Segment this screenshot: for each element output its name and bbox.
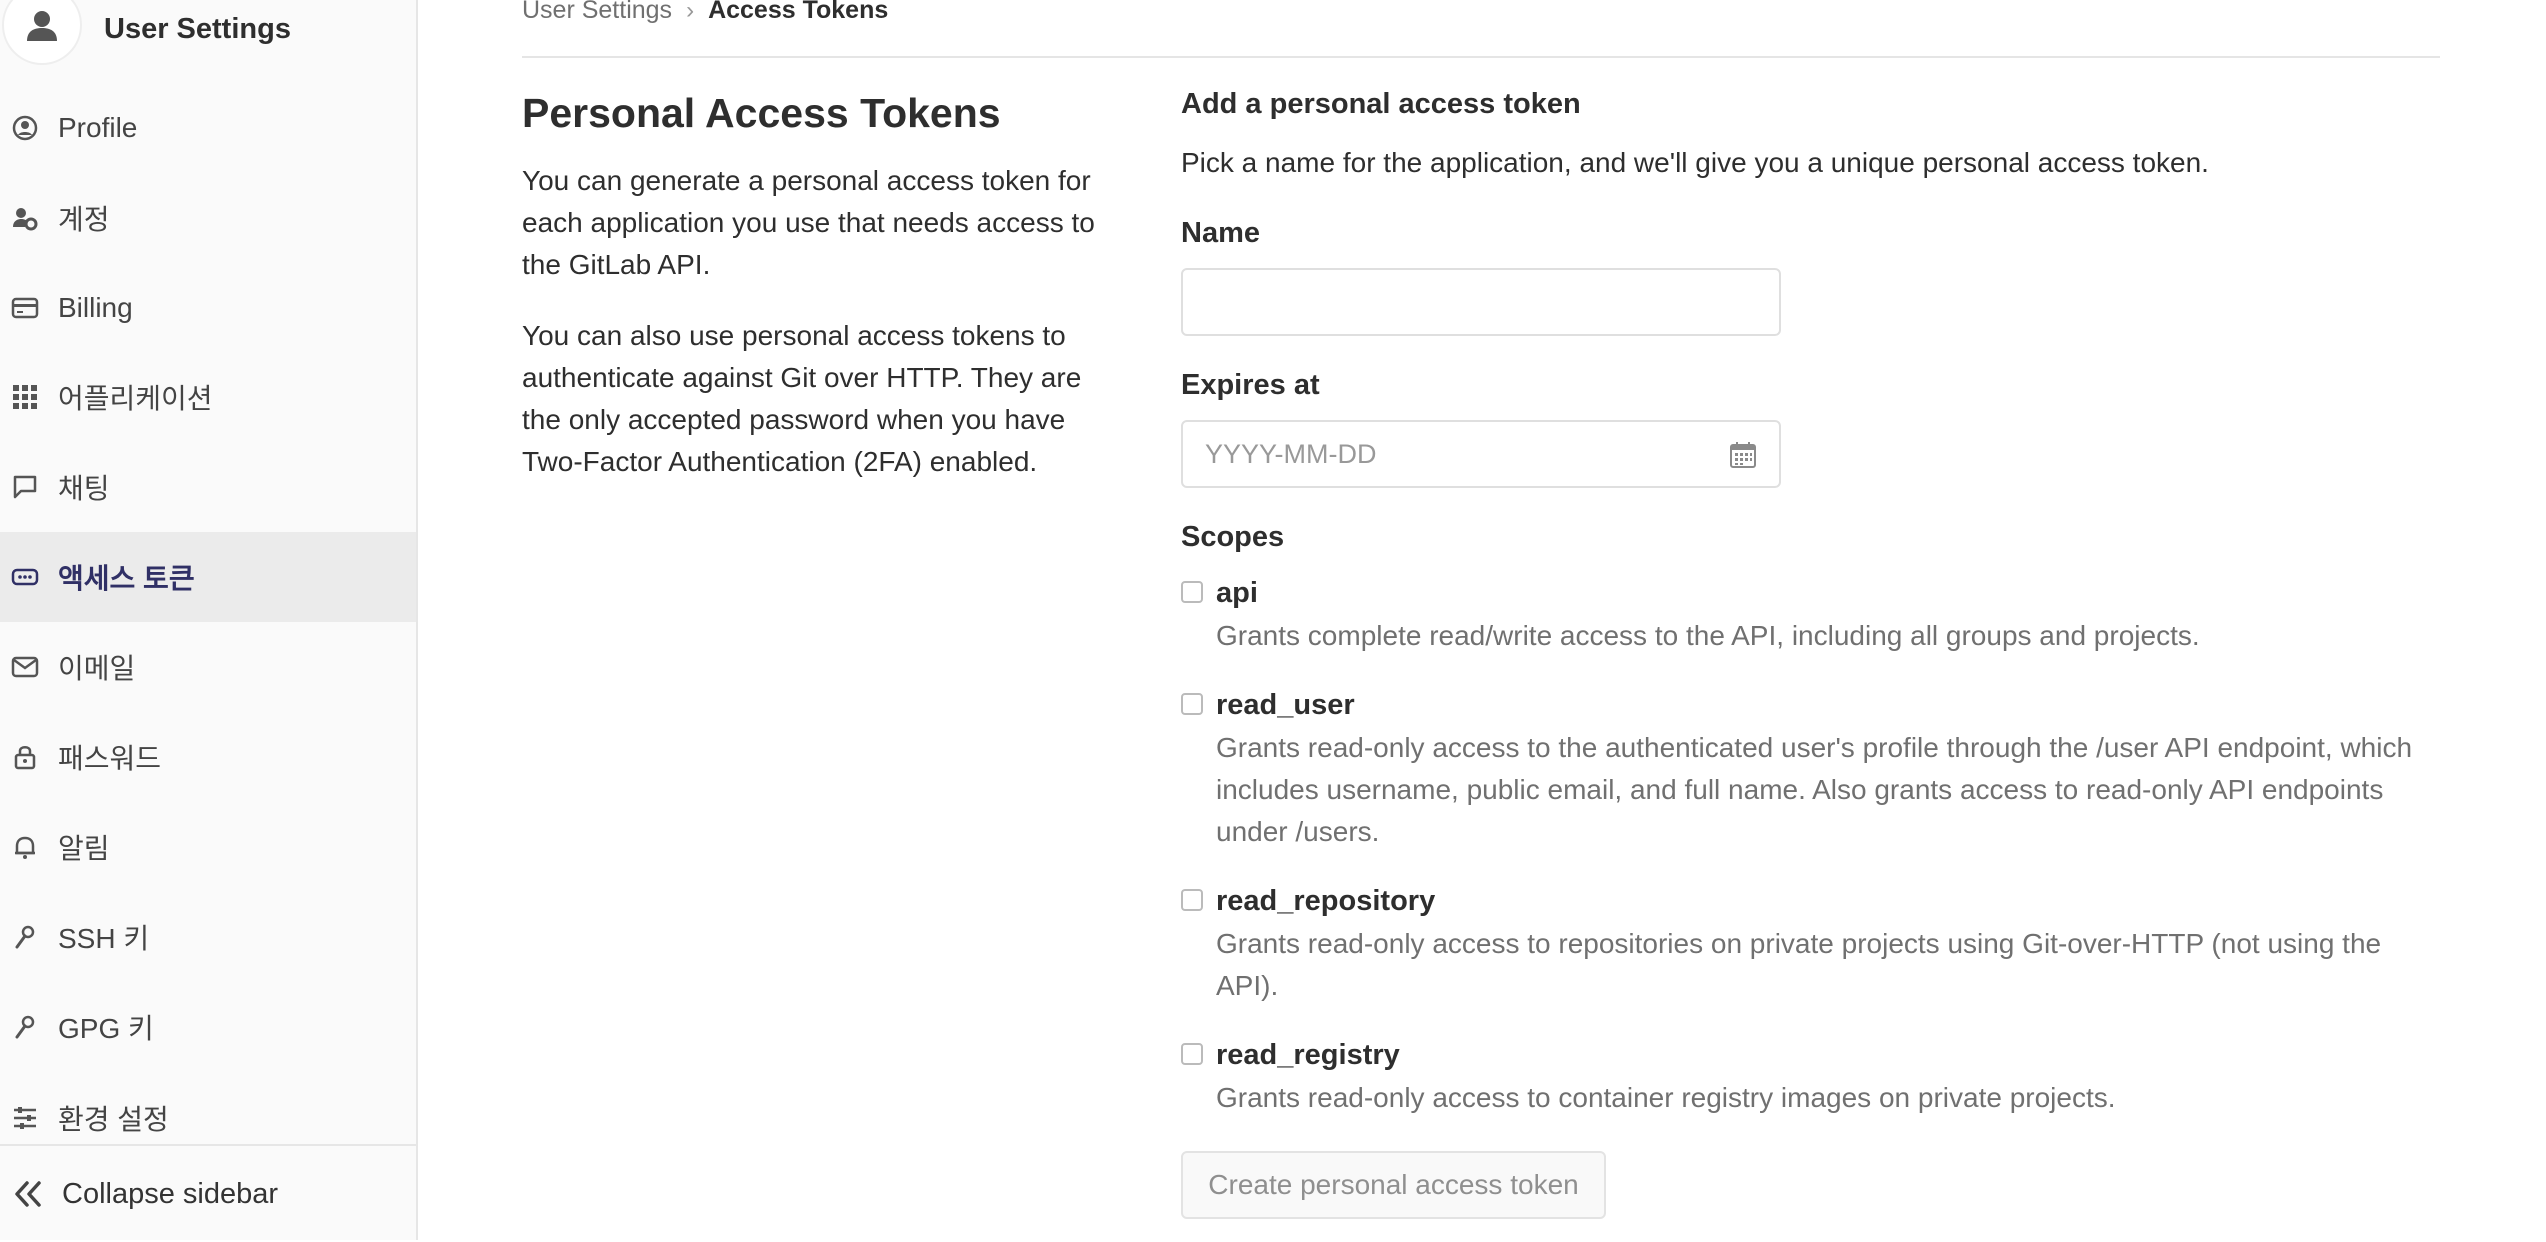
- sidebar-item-label: 알림: [58, 833, 110, 864]
- scope-read-registry-checkbox[interactable]: [1181, 1043, 1203, 1065]
- bell-icon: [10, 832, 40, 862]
- sidebar-item-email[interactable]: 이메일: [0, 622, 416, 712]
- sidebar-title[interactable]: User Settings: [104, 13, 291, 46]
- avatar[interactable]: [2, 0, 82, 65]
- sidebar-item-password[interactable]: 패스워드: [0, 712, 416, 802]
- sidebar-item-billing[interactable]: Billing: [0, 263, 416, 353]
- create-token-button[interactable]: Create personal access token: [1181, 1151, 1606, 1219]
- scope-description: Grants complete read/write access to the…: [1216, 620, 2200, 651]
- expires-label: Expires at: [1181, 369, 1320, 401]
- intro-paragraph: You can generate a personal access token…: [522, 165, 1095, 280]
- sidebar-item-ssh-keys[interactable]: SSH 키: [0, 892, 416, 982]
- key-icon: [10, 1012, 40, 1042]
- form-subtitle: Pick a name for the application, and we'…: [1181, 147, 2209, 178]
- double-chevron-left-icon: [12, 1179, 46, 1209]
- sidebar-item-label: 채팅: [58, 473, 110, 504]
- scopes-label: Scopes: [1181, 521, 1285, 553]
- collapse-sidebar-label: Collapse sidebar: [62, 1177, 279, 1210]
- scope-name[interactable]: read_registry: [1216, 1039, 1400, 1072]
- page-title: Personal Access Tokens: [522, 90, 1001, 136]
- collapse-sidebar-button[interactable]: Collapse sidebar: [0, 1144, 416, 1242]
- sidebar-item-label: GPG 키: [58, 1013, 154, 1044]
- applications-icon: [10, 382, 40, 412]
- sidebar-item-label: 계정: [58, 204, 110, 235]
- name-input[interactable]: [1181, 268, 1781, 336]
- sidebar-item-account[interactable]: 계정: [0, 173, 416, 263]
- sidebar-item-chat[interactable]: 채팅: [0, 442, 416, 532]
- sidebar-header: User Settings: [0, 0, 291, 65]
- lock-icon: [10, 742, 40, 772]
- calendar-icon[interactable]: [1728, 440, 1758, 470]
- name-label: Name: [1181, 217, 1260, 249]
- breadcrumb-parent[interactable]: User Settings: [522, 0, 672, 25]
- expires-date-input[interactable]: [1181, 420, 1781, 488]
- scope-name[interactable]: read_user: [1216, 689, 1355, 722]
- scope-name[interactable]: read_repository: [1216, 885, 1435, 918]
- chat-icon: [10, 472, 40, 502]
- scope-read-repository-checkbox[interactable]: [1181, 889, 1203, 911]
- token-icon: [10, 562, 40, 592]
- sidebar-item-profile[interactable]: Profile: [0, 83, 416, 173]
- sidebar-item-label: SSH 키: [58, 923, 150, 954]
- sidebar-item-label: 패스워드: [58, 743, 162, 774]
- breadcrumb-separator: ›: [686, 0, 695, 24]
- intro-paragraph: You can also use personal access tokens …: [522, 320, 1082, 477]
- scope-api-checkbox[interactable]: [1181, 581, 1203, 603]
- sidebar-item-label: 이메일: [58, 653, 136, 684]
- sidebar-item-label: Billing: [58, 292, 133, 323]
- breadcrumb: User Settings › Access Tokens: [522, 0, 888, 25]
- billing-icon: [10, 293, 40, 323]
- account-icon: [10, 203, 40, 233]
- scope-name[interactable]: api: [1216, 577, 1258, 610]
- profile-icon: [10, 113, 40, 143]
- sidebar-item-applications[interactable]: 어플리케이션: [0, 352, 416, 442]
- scope-read-user-checkbox[interactable]: [1181, 693, 1203, 715]
- breadcrumb-current[interactable]: Access Tokens: [708, 0, 888, 25]
- sidebar-item-notifications[interactable]: 알림: [0, 802, 416, 892]
- email-icon: [10, 652, 40, 682]
- sidebar-item-label: 어플리케이션: [58, 383, 213, 414]
- user-icon: [27, 11, 57, 41]
- form-title: Add a personal access token: [1181, 88, 1581, 120]
- sidebar: User Settings Profile 계정 Billing 어플리케이션 …: [0, 0, 418, 1240]
- sidebar-item-label: 환경 설정: [58, 1104, 169, 1135]
- scope-description: Grants read-only access to repositories …: [1216, 928, 2382, 1001]
- key-icon: [10, 922, 40, 952]
- scope-description: Grants read-only access to the authentic…: [1216, 732, 2413, 847]
- preferences-icon: [10, 1103, 40, 1133]
- scope-description: Grants read-only access to container reg…: [1216, 1082, 2116, 1113]
- sidebar-item-label: Profile: [58, 112, 138, 143]
- sidebar-item-label: 액세스 토큰: [58, 563, 195, 594]
- sidebar-item-access-tokens[interactable]: 액세스 토큰: [0, 532, 416, 622]
- sidebar-item-gpg-keys[interactable]: GPG 키: [0, 982, 416, 1072]
- divider: [522, 56, 2440, 58]
